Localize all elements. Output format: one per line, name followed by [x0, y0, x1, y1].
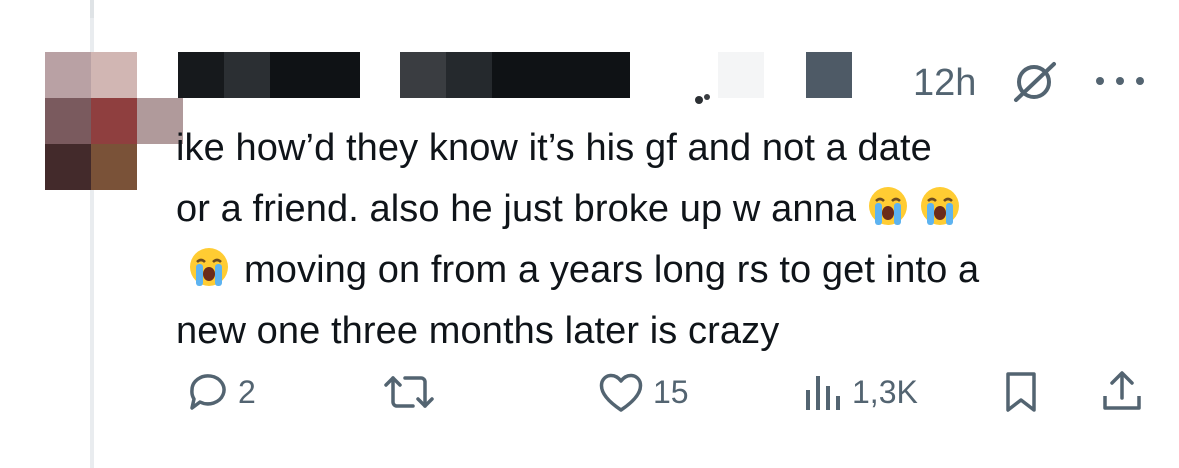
tweet-time[interactable]: 12h — [913, 62, 976, 105]
like-button[interactable]: 15 — [597, 370, 689, 414]
loudly-crying-face-icon — [190, 248, 228, 286]
reply-button[interactable]: 2 — [186, 370, 256, 414]
retweet-icon — [384, 376, 434, 408]
grok-icon[interactable] — [1010, 60, 1062, 104]
tweet-text-line-4: new one three months later is crazy — [176, 310, 780, 352]
reply-icon — [190, 374, 226, 410]
like-count: 15 — [653, 373, 689, 410]
bookmark-button[interactable] — [1003, 370, 1039, 414]
views-button[interactable]: 1,3K — [804, 370, 918, 414]
heart-icon — [599, 373, 643, 412]
share-button[interactable] — [1100, 370, 1144, 414]
view-count: 1,3K — [852, 373, 918, 410]
tweet-text: ike how’d they know it’s his gf and not … — [176, 118, 1136, 362]
loudly-crying-face-icon — [921, 187, 960, 225]
tweet-text-line-3: moving on from a years long rs to get in… — [176, 240, 1136, 301]
views-chart-icon — [806, 376, 840, 410]
censor-smudge — [695, 94, 710, 104]
tweet-actions: 2 15 1,3K — [0, 370, 1179, 420]
reply-count: 2 — [238, 373, 256, 410]
avatar[interactable] — [45, 52, 183, 193]
retweet-button[interactable] — [383, 370, 435, 414]
thread-connector — [90, 0, 94, 18]
loudly-crying-face-icon — [868, 187, 907, 225]
more-options-icon[interactable] — [1092, 66, 1148, 96]
share-icon — [1103, 371, 1141, 410]
tweet-text-line-1: ike how’d they know it’s his gf and not … — [176, 127, 932, 169]
bookmark-icon — [1006, 372, 1036, 412]
tweet-text-line-2: or a friend. also he just broke up w ann… — [176, 179, 1136, 240]
